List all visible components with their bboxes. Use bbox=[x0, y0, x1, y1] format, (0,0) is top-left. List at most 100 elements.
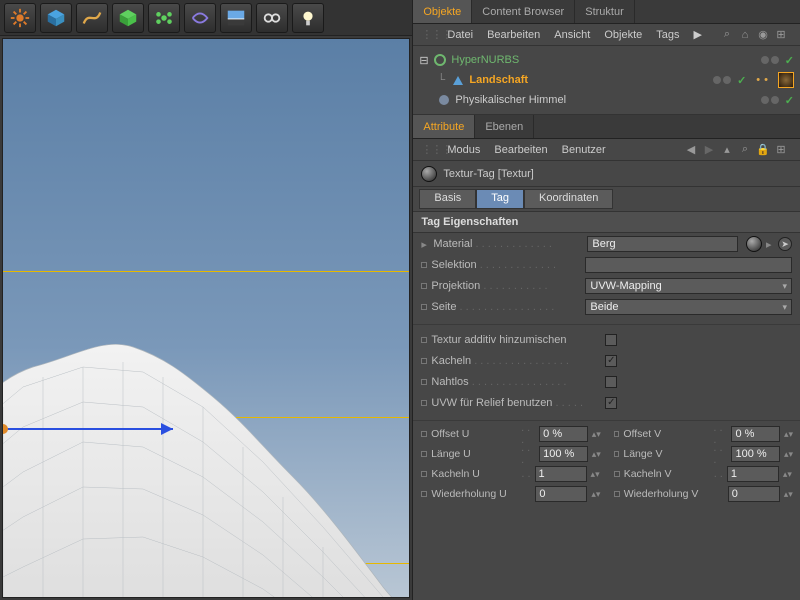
anim-dot[interactable] bbox=[421, 379, 427, 385]
search-icon[interactable]: ⌕ bbox=[738, 143, 752, 156]
lock-icon[interactable]: 🔒 bbox=[756, 143, 770, 156]
spinner-icon[interactable]: ▴▾ bbox=[592, 450, 600, 459]
menu-overflow-icon[interactable]: ▶ bbox=[694, 28, 702, 41]
axis-gizmo[interactable] bbox=[3, 419, 183, 479]
anim-dot[interactable] bbox=[421, 451, 427, 457]
disclosure-icon[interactable]: ▸ bbox=[421, 238, 429, 251]
menu-tags[interactable]: Tags bbox=[656, 29, 679, 41]
menu-edit2[interactable]: Bearbeiten bbox=[494, 144, 547, 156]
field-repV[interactable]: 0 bbox=[728, 486, 780, 502]
cube-icon[interactable] bbox=[40, 3, 72, 33]
subtab-basis[interactable]: Basis bbox=[419, 189, 476, 209]
home-icon[interactable]: ⌂ bbox=[738, 29, 752, 41]
anim-dot[interactable] bbox=[614, 491, 620, 497]
attribute-title-row: Textur-Tag [Textur] bbox=[413, 161, 800, 187]
camera-icon[interactable] bbox=[256, 3, 288, 33]
nav-back-icon[interactable]: ◀ bbox=[684, 143, 698, 156]
anim-dot[interactable] bbox=[614, 471, 620, 477]
polycube-icon[interactable] bbox=[112, 3, 144, 33]
field-repU[interactable]: 0 bbox=[535, 486, 587, 502]
anim-dot[interactable] bbox=[421, 337, 427, 343]
grip-icon[interactable]: ⋮⋮⋮ bbox=[421, 28, 433, 41]
deformer-icon[interactable] bbox=[184, 3, 216, 33]
label-offsetV: Offset V bbox=[623, 428, 709, 440]
anim-dot[interactable] bbox=[421, 400, 427, 406]
menu-objects[interactable]: Objekte bbox=[604, 29, 642, 41]
grip-icon[interactable]: ⋮⋮⋮ bbox=[421, 143, 433, 156]
spinner-icon[interactable]: ▴▾ bbox=[591, 490, 599, 499]
subtab-tag[interactable]: Tag bbox=[476, 189, 524, 209]
spinner-icon[interactable]: ▴▾ bbox=[784, 490, 792, 499]
floor-icon[interactable] bbox=[220, 3, 252, 33]
field-tileU[interactable]: 1 bbox=[535, 466, 587, 482]
generator-icon[interactable] bbox=[148, 3, 180, 33]
anim-dot[interactable] bbox=[421, 304, 427, 310]
viewport[interactable] bbox=[2, 38, 410, 598]
tab-layers[interactable]: Ebenen bbox=[475, 115, 534, 138]
light-icon[interactable] bbox=[292, 3, 324, 33]
spinner-icon[interactable]: ▴▾ bbox=[592, 430, 600, 439]
field-selection[interactable] bbox=[585, 257, 792, 273]
anim-dot[interactable] bbox=[614, 431, 620, 437]
field-lenV[interactable]: 100 % bbox=[731, 446, 780, 462]
field-lenU[interactable]: 100 % bbox=[539, 446, 588, 462]
select-projection[interactable]: UVW-Mapping bbox=[585, 278, 792, 294]
menu-view[interactable]: Ansicht bbox=[554, 29, 590, 41]
checkbox-additive[interactable] bbox=[605, 334, 617, 346]
new-icon[interactable]: ⊞ bbox=[774, 143, 788, 156]
field-material[interactable]: Berg bbox=[587, 236, 738, 252]
checkbox-seamless[interactable] bbox=[605, 376, 617, 388]
label-seamless: Nahtlos bbox=[431, 376, 468, 388]
subtab-coords[interactable]: Koordinaten bbox=[524, 189, 613, 209]
spinner-icon[interactable]: ▴▾ bbox=[784, 430, 792, 439]
anim-dot[interactable] bbox=[421, 491, 427, 497]
anim-dot[interactable] bbox=[421, 262, 427, 268]
material-preview-icon[interactable] bbox=[746, 236, 762, 252]
anim-dot[interactable] bbox=[614, 451, 620, 457]
field-offsetV[interactable]: 0 % bbox=[731, 426, 780, 442]
tree-item-sky[interactable]: Physikalischer Himmel bbox=[455, 94, 752, 106]
spinner-icon[interactable]: ▴▾ bbox=[783, 470, 791, 479]
menu-user[interactable]: Benutzer bbox=[562, 144, 606, 156]
landscape-icon bbox=[451, 73, 465, 87]
material-goto-icon[interactable]: ➤ bbox=[778, 237, 792, 251]
tab-objects[interactable]: Objekte bbox=[413, 0, 472, 23]
eye-icon[interactable]: ◉ bbox=[756, 28, 770, 41]
checkbox-uvwrelief[interactable] bbox=[605, 397, 617, 409]
anim-dot[interactable] bbox=[421, 283, 427, 289]
anim-dot[interactable] bbox=[421, 471, 427, 477]
section-header: Tag Eigenschaften bbox=[413, 211, 800, 233]
search-icon[interactable]: ⌕ bbox=[720, 28, 734, 41]
object-tree[interactable]: ⊟ HyperNURBS ✓ └ Landschaft ✓ •• Physika… bbox=[413, 46, 800, 115]
material-picker-icon[interactable]: ▸ bbox=[766, 238, 774, 251]
field-tileV[interactable]: 1 bbox=[727, 466, 779, 482]
label-tile: Kacheln bbox=[431, 355, 471, 367]
texture-tag-icon[interactable] bbox=[778, 72, 794, 88]
label-side: Seite bbox=[431, 301, 456, 313]
nav-up-icon[interactable]: ▴ bbox=[720, 143, 734, 156]
tree-item-hypernurbs[interactable]: HyperNURBS bbox=[451, 54, 752, 66]
label-material: Material bbox=[433, 238, 472, 250]
spinner-icon[interactable]: ▴▾ bbox=[591, 470, 599, 479]
attribute-title: Textur-Tag [Textur] bbox=[443, 168, 533, 180]
tab-content-browser[interactable]: Content Browser bbox=[472, 0, 575, 23]
checkbox-tile[interactable] bbox=[605, 355, 617, 367]
menu-edit[interactable]: Bearbeiten bbox=[487, 29, 540, 41]
tree-item-landschaft[interactable]: Landschaft bbox=[469, 74, 705, 86]
expander-icon[interactable]: ⊟ bbox=[419, 54, 429, 67]
menu-file[interactable]: Datei bbox=[447, 29, 473, 41]
objects-menubar: ⋮⋮⋮ Datei Bearbeiten Ansicht Objekte Tag… bbox=[413, 24, 800, 46]
field-offsetU[interactable]: 0 % bbox=[539, 426, 588, 442]
plus-icon[interactable]: ⊞ bbox=[774, 28, 788, 41]
tab-structure[interactable]: Struktur bbox=[575, 0, 635, 23]
nav-fwd-icon[interactable]: ▶ bbox=[702, 143, 716, 156]
spinner-icon[interactable]: ▴▾ bbox=[784, 450, 792, 459]
gear-icon[interactable] bbox=[4, 3, 36, 33]
anim-dot[interactable] bbox=[421, 358, 427, 364]
anim-dot[interactable] bbox=[421, 431, 427, 437]
menu-mode[interactable]: Modus bbox=[447, 144, 480, 156]
select-side[interactable]: Beide bbox=[585, 299, 792, 315]
tab-attribute[interactable]: Attribute bbox=[413, 115, 475, 138]
attribute-tabs: Attribute Ebenen bbox=[413, 115, 800, 139]
spline-icon[interactable] bbox=[76, 3, 108, 33]
